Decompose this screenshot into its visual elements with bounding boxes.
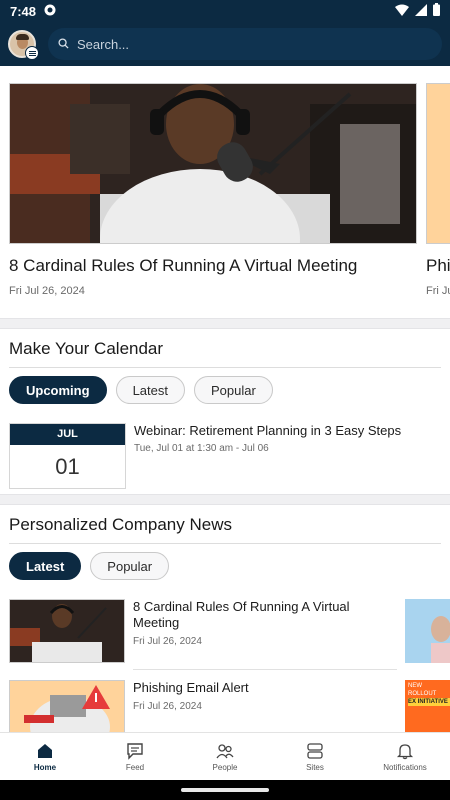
- nav-notifications[interactable]: Notifications: [360, 733, 450, 780]
- featured-date: Fri Jul 26, 2024: [9, 285, 85, 297]
- news-text: 8 Cardinal Rules Of Running A Virtual Me…: [133, 599, 395, 663]
- news-list[interactable]: 8 Cardinal Rules Of Running A Virtual Me…: [9, 593, 450, 732]
- nav-sites[interactable]: Sites: [270, 733, 360, 780]
- menu-icon[interactable]: [25, 46, 39, 60]
- peek-text-initiative: EX INITIATIVE: [408, 698, 450, 706]
- section-divider: [0, 494, 450, 505]
- news-item[interactable]: Phishing Email Alert Fri Jul 26, 2024: [9, 680, 397, 732]
- featured-image-next: [426, 83, 450, 244]
- tab-news-popular[interactable]: Popular: [90, 552, 170, 580]
- tab-news-latest[interactable]: Latest: [9, 552, 82, 580]
- event-day: 01: [55, 454, 80, 479]
- search-icon: [58, 37, 77, 52]
- featured-carousel[interactable]: 8 Cardinal Rules Of Running A Virtual Me…: [0, 66, 450, 318]
- event-title[interactable]: Webinar: Retirement Planning in 3 Easy S…: [134, 423, 401, 438]
- avatar-hair: [16, 34, 29, 40]
- calendar-section: Make Your Calendar Upcoming Latest Popul…: [0, 329, 450, 494]
- event-date-tile: JUL 01: [9, 423, 126, 489]
- nav-feed[interactable]: Feed: [90, 733, 180, 780]
- signal-icon: [415, 3, 427, 19]
- feed-icon: [127, 742, 143, 760]
- featured-title[interactable]: 8 Cardinal Rules Of Running A Virtual Me…: [9, 256, 417, 276]
- tab-popular[interactable]: Popular: [193, 376, 273, 404]
- news-section: Personalized Company News Latest Popular: [0, 505, 450, 732]
- nav-sites-label: Sites: [306, 762, 324, 772]
- event-meta: Tue, Jul 01 at 1:30 am - Jul 06: [134, 443, 269, 454]
- gesture-handle[interactable]: [181, 788, 269, 792]
- gesture-bar: [0, 780, 450, 800]
- nav-people-label: People: [212, 762, 238, 772]
- app-header: [0, 22, 450, 66]
- user-avatar[interactable]: [8, 30, 39, 60]
- status-time: 7:48: [10, 3, 37, 19]
- news-date: Fri Jul 26, 2024: [133, 636, 202, 647]
- tab-upcoming[interactable]: Upcoming: [9, 376, 107, 404]
- nav-home-label: Home: [33, 762, 57, 772]
- calendar-tabs: Upcoming Latest Popular: [9, 368, 441, 417]
- featured-card[interactable]: 8 Cardinal Rules Of Running A Virtual Me…: [9, 83, 417, 297]
- nav-home[interactable]: Home: [0, 733, 90, 780]
- battery-icon: [433, 3, 440, 19]
- news-date: Fri Jul 26, 2024: [133, 701, 202, 712]
- home-feed[interactable]: 8 Cardinal Rules Of Running A Virtual Me…: [0, 66, 450, 732]
- peek-text-rollout: ROLLOUT: [408, 691, 437, 697]
- nav-feed-label: Feed: [125, 762, 145, 772]
- news-title[interactable]: Phishing Email Alert: [133, 680, 395, 696]
- tab-latest[interactable]: Latest: [115, 376, 185, 404]
- news-title[interactable]: 8 Cardinal Rules Of Running A Virtual Me…: [133, 599, 395, 631]
- featured-date-next: Fri Ju: [426, 285, 450, 297]
- news-item[interactable]: 8 Cardinal Rules Of Running A Virtual Me…: [9, 599, 397, 663]
- search-input[interactable]: [77, 36, 432, 52]
- app-status-icon: [44, 4, 56, 19]
- sites-icon: [307, 742, 323, 759]
- nav-people[interactable]: People: [180, 733, 270, 780]
- featured-image: [9, 83, 417, 244]
- home-icon: [38, 743, 52, 758]
- search-bar[interactable]: [48, 28, 442, 60]
- news-thumbnail: [9, 680, 125, 732]
- status-bar: 7:48: [0, 0, 450, 22]
- event-month: JUL: [10, 424, 125, 445]
- news-section-title: Personalized Company News: [9, 505, 441, 544]
- news-text: Phishing Email Alert Fri Jul 26, 2024: [133, 680, 395, 732]
- news-peek-thumbnail[interactable]: [405, 599, 450, 663]
- wifi-icon: [395, 4, 409, 19]
- news-divider: [133, 669, 397, 670]
- news-peek-thumbnail[interactable]: NEW ROLLOUT EX INITIATIVE: [405, 680, 450, 732]
- peek-text-new: NEW: [408, 683, 422, 689]
- event-item[interactable]: JUL 01 Webinar: Retirement Planning in 3…: [9, 417, 441, 494]
- featured-title-next[interactable]: Phi: [426, 256, 450, 276]
- section-divider: [0, 318, 450, 329]
- bell-icon: [396, 743, 414, 759]
- news-thumbnail: [9, 599, 125, 663]
- news-tabs: Latest Popular: [9, 544, 441, 593]
- featured-card-next[interactable]: Phi Fri Ju: [426, 83, 450, 297]
- nav-notifications-label: Notifications: [383, 762, 427, 772]
- event-info: Webinar: Retirement Planning in 3 Easy S…: [134, 423, 401, 494]
- calendar-section-title: Make Your Calendar: [9, 329, 441, 368]
- bottom-navigation: Home Feed People Sites Notifications: [0, 732, 450, 780]
- people-icon: [216, 743, 234, 758]
